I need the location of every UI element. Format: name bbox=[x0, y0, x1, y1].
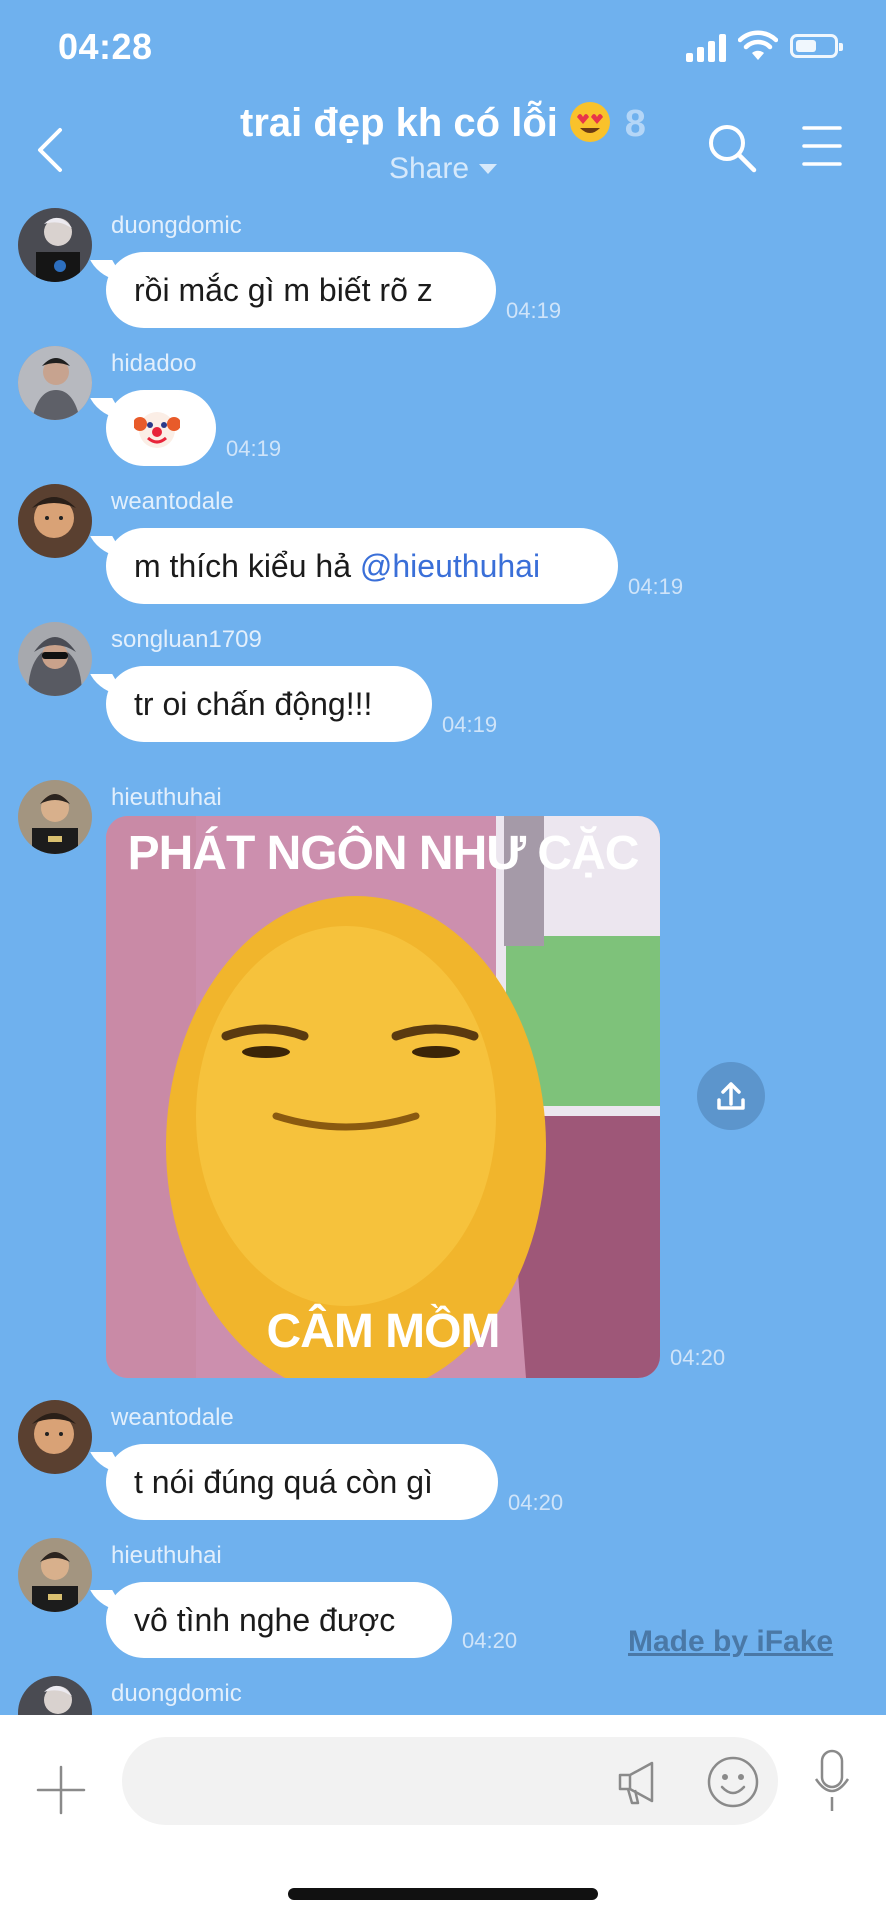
avatar[interactable] bbox=[18, 1538, 92, 1612]
message-bubble[interactable]: tr oi chấn động!!! bbox=[106, 666, 432, 742]
chat-header: trai đẹp kh có lỗi 8 Share bbox=[0, 100, 886, 200]
share-image-button[interactable] bbox=[697, 1062, 765, 1130]
message-text: rồi mắc gì m biết rõ z bbox=[134, 272, 433, 308]
share-label: Share bbox=[388, 152, 470, 185]
plus-icon[interactable] bbox=[36, 1765, 86, 1815]
wifi-icon bbox=[738, 30, 778, 60]
message-text: m thích kiểu hả bbox=[134, 548, 360, 584]
message-bubble[interactable] bbox=[106, 390, 216, 466]
message-text: tr oi chấn động!!! bbox=[134, 686, 373, 722]
message-bubble[interactable]: rồi mắc gì m biết rõ z bbox=[106, 252, 496, 328]
avatar[interactable] bbox=[18, 484, 92, 558]
message-time: 04:19 bbox=[506, 298, 562, 323]
meme-image[interactable]: PHÁT NGÔN NHƯ CẶC CÂM MỒM bbox=[106, 816, 660, 1378]
meme-illustration bbox=[106, 816, 660, 1378]
sender-name: hieuthuhai bbox=[111, 1542, 222, 1569]
heart-eyes-emoji-icon bbox=[570, 102, 611, 142]
mention-link[interactable]: @hieuthuhai bbox=[360, 548, 540, 584]
member-count: 8 bbox=[624, 103, 646, 145]
megaphone-icon[interactable] bbox=[614, 1757, 664, 1807]
chat-title: trai đẹp kh có lỗi bbox=[240, 101, 558, 145]
avatar[interactable] bbox=[18, 1676, 92, 1715]
sender-name: weantodale bbox=[111, 1404, 234, 1431]
message-bubble[interactable]: m thích kiểu hả @hieuthuhai bbox=[106, 528, 618, 604]
emoji-icon[interactable] bbox=[706, 1755, 760, 1809]
sender-name: hidadoo bbox=[111, 350, 197, 377]
message-bubble[interactable]: t nói đúng quá còn gì bbox=[106, 1444, 498, 1520]
avatar[interactable] bbox=[18, 1400, 92, 1474]
message-time: 04:20 bbox=[670, 1345, 726, 1370]
search-icon[interactable] bbox=[704, 120, 760, 176]
status-icons bbox=[686, 30, 846, 66]
message-time: 04:19 bbox=[226, 436, 282, 461]
cellular-signal-icon bbox=[686, 34, 728, 62]
meme-bottom-text: CÂM MỒM bbox=[266, 1305, 501, 1358]
home-indicator bbox=[288, 1888, 598, 1900]
sender-name: weantodale bbox=[111, 488, 234, 515]
watermark: Made by iFake bbox=[628, 1625, 834, 1658]
menu-icon[interactable] bbox=[800, 122, 844, 170]
message-bubble[interactable]: vô tình nghe được bbox=[106, 1582, 452, 1658]
sender-name: hieuthuhai bbox=[111, 784, 222, 811]
battery-icon bbox=[790, 34, 843, 58]
microphone-icon[interactable] bbox=[812, 1749, 852, 1813]
message-time: 04:19 bbox=[442, 712, 498, 737]
message-time: 04:19 bbox=[628, 574, 684, 599]
avatar[interactable] bbox=[18, 208, 92, 282]
upload-icon bbox=[717, 1082, 745, 1110]
message-time: 04:20 bbox=[462, 1628, 518, 1653]
clown-face-icon bbox=[134, 412, 180, 448]
avatar[interactable] bbox=[18, 346, 92, 420]
message-time: 04:20 bbox=[508, 1490, 564, 1515]
dropdown-arrow-icon bbox=[479, 164, 498, 174]
sender-name: duongdomic bbox=[111, 212, 242, 239]
sender-name: songluan1709 bbox=[111, 626, 262, 653]
sender-name: duongdomic bbox=[111, 1680, 242, 1707]
status-bar: 04:28 bbox=[0, 0, 886, 100]
meme-top-text: PHÁT NGÔN NHƯ CẶC bbox=[127, 827, 640, 880]
message-input[interactable] bbox=[122, 1737, 778, 1825]
message-text: t nói đúng quá còn gì bbox=[134, 1464, 433, 1500]
battery-level bbox=[796, 40, 816, 52]
status-time: 04:28 bbox=[58, 26, 153, 67]
avatar[interactable] bbox=[18, 780, 92, 854]
message-list[interactable]: duongdomic rồi mắc gì m biết rõ z 04:19 … bbox=[0, 200, 886, 1715]
message-text: vô tình nghe được bbox=[134, 1602, 396, 1638]
avatar[interactable] bbox=[18, 622, 92, 696]
